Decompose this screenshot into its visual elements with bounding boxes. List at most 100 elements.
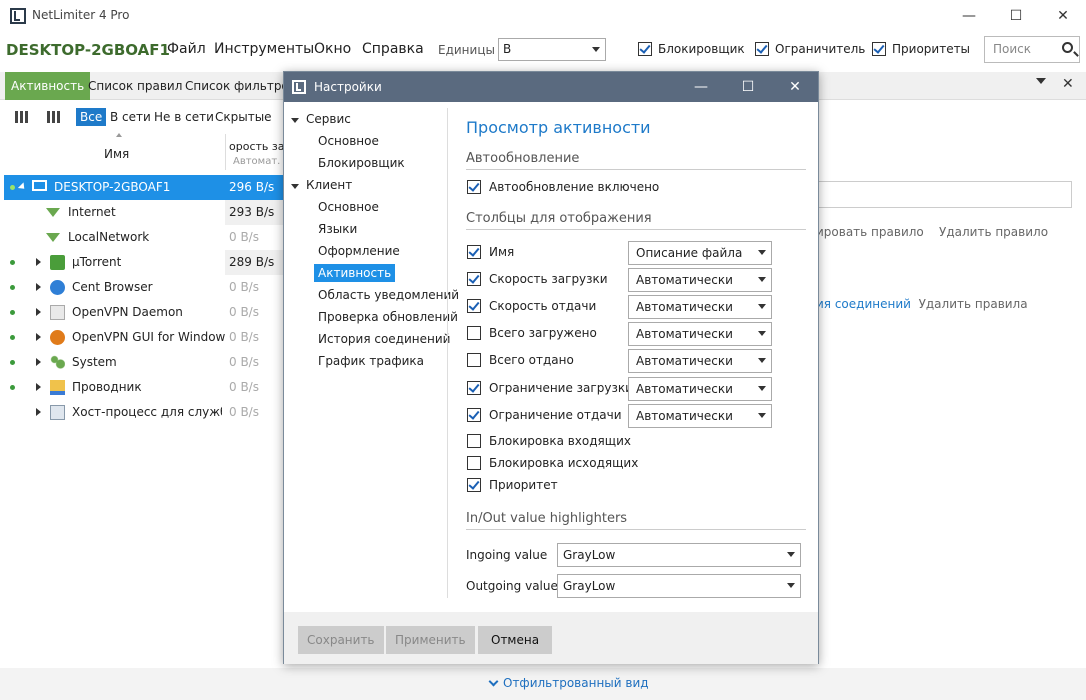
cancel-button[interactable]: Отмена: [478, 626, 553, 654]
table-row[interactable]: Проводник 0 B/s: [4, 375, 284, 400]
menu-help[interactable]: Справка: [362, 41, 424, 57]
filter-online[interactable]: В сети: [106, 108, 155, 126]
table-row[interactable]: System 0 B/s: [4, 350, 284, 375]
column-checkbox[interactable]: [467, 326, 481, 340]
search-input[interactable]: Поиск: [984, 36, 1080, 63]
close-icon[interactable]: ✕: [1040, 0, 1086, 32]
expand-icon[interactable]: [36, 383, 41, 391]
filtered-view-toggle[interactable]: Отфильтрованный вид: [488, 676, 649, 690]
expand-icon[interactable]: [36, 283, 41, 291]
pane-menu-icon[interactable]: [1036, 78, 1046, 84]
column-dropdown[interactable]: Описание файла: [628, 241, 772, 265]
close-icon[interactable]: ✕: [772, 72, 818, 102]
table-row[interactable]: Хост-процесс для служб W 0 B/s: [4, 400, 284, 425]
column-option-limit-up[interactable]: Ограничение отдачи: [467, 408, 622, 422]
autoupdate-option[interactable]: Автообновление включено: [467, 180, 659, 194]
tab-activity[interactable]: Активность: [5, 72, 91, 100]
column-option-upload[interactable]: Скорость отдачи: [467, 299, 596, 313]
apply-button[interactable]: Применить: [386, 626, 475, 654]
column-dropdown[interactable]: Автоматически: [628, 268, 772, 292]
minimize-icon[interactable]: —: [946, 0, 992, 32]
expand-icon[interactable]: [17, 182, 28, 192]
filter-all[interactable]: Все: [76, 108, 107, 126]
column-separator[interactable]: [225, 134, 226, 170]
column-dropdown[interactable]: Автоматически: [628, 377, 772, 401]
tree-service[interactable]: Сервис: [306, 112, 351, 126]
column-checkbox[interactable]: [467, 456, 481, 470]
list-view-icon[interactable]: [47, 111, 61, 123]
table-row[interactable]: Cent Browser 0 B/s: [4, 275, 284, 300]
expand-icon[interactable]: [36, 308, 41, 316]
column-checkbox[interactable]: [467, 353, 481, 367]
edit-rule-link[interactable]: ировать правило: [816, 225, 924, 239]
column-option-priority[interactable]: Приоритет: [467, 478, 558, 492]
maximize-icon[interactable]: ☐: [993, 0, 1039, 32]
dialog-title-bar[interactable]: Настройки — ☐ ✕: [284, 72, 818, 102]
rule-filter-input[interactable]: [818, 181, 1072, 208]
delete-rule-link[interactable]: Удалить правило: [939, 225, 1048, 239]
column-dropdown[interactable]: Автоматически: [628, 349, 772, 373]
delete-rules-link[interactable]: Удалить правила: [919, 297, 1028, 311]
blocker-toggle[interactable]: Блокировщик: [638, 42, 745, 56]
column-option-total-down[interactable]: Всего загружено: [467, 326, 597, 340]
column-option-block-in[interactable]: Блокировка входящих: [467, 434, 631, 448]
units-select[interactable]: B: [498, 38, 606, 61]
column-header-speed[interactable]: орость загр: [229, 140, 284, 153]
column-checkbox[interactable]: [467, 408, 481, 422]
column-option-download[interactable]: Скорость загрузки: [467, 272, 608, 286]
ingoing-select[interactable]: GrayLow: [557, 543, 801, 567]
maximize-icon[interactable]: ☐: [725, 72, 771, 102]
table-row[interactable]: OpenVPN Daemon 0 B/s: [4, 300, 284, 325]
column-dropdown[interactable]: Автоматически: [628, 404, 772, 428]
scrollbar[interactable]: [1072, 100, 1086, 668]
expand-icon[interactable]: [36, 358, 41, 366]
tree-client-history[interactable]: История соединений: [318, 332, 450, 346]
tree-client-languages[interactable]: Языки: [318, 222, 357, 236]
tab-rules[interactable]: Список правил: [82, 72, 188, 100]
column-checkbox[interactable]: [467, 478, 481, 492]
tree-client-notifications[interactable]: Область уведомлений: [318, 288, 459, 302]
blocker-checkbox[interactable]: [638, 42, 652, 56]
tree-client-updates[interactable]: Проверка обновлений: [318, 310, 458, 324]
expand-icon[interactable]: [36, 408, 41, 416]
column-dropdown[interactable]: Автоматически: [628, 295, 772, 319]
save-button[interactable]: Сохранить: [298, 626, 384, 654]
menu-window[interactable]: Окно: [314, 41, 351, 57]
column-checkbox[interactable]: [467, 381, 481, 395]
autoupdate-checkbox[interactable]: [467, 180, 481, 194]
column-checkbox[interactable]: [467, 299, 481, 313]
table-row[interactable]: Internet 293 B/s: [4, 200, 284, 225]
priorities-checkbox[interactable]: [872, 42, 886, 56]
column-option-limit-down[interactable]: Ограничение загрузки: [467, 381, 633, 395]
column-checkbox[interactable]: [467, 272, 481, 286]
expand-icon[interactable]: [36, 258, 41, 266]
minimize-icon[interactable]: —: [678, 72, 724, 102]
collapse-icon[interactable]: [291, 184, 299, 189]
column-option-block-out[interactable]: Блокировка исходящих: [467, 456, 638, 470]
pane-close-icon[interactable]: ✕: [1062, 76, 1074, 92]
filter-offline[interactable]: Не в сети: [150, 108, 218, 126]
tree-client[interactable]: Клиент: [306, 178, 352, 192]
limiter-checkbox[interactable]: [755, 42, 769, 56]
grid-view-icon[interactable]: [15, 111, 29, 123]
table-row[interactable]: DESKTOP-2GBOAF1 296 B/s: [4, 175, 284, 200]
column-option-name[interactable]: Имя: [467, 245, 514, 259]
table-row[interactable]: OpenVPN GUI for Windows 0 B/s: [4, 325, 284, 350]
column-option-total-up[interactable]: Всего отдано: [467, 353, 574, 367]
tree-client-activity[interactable]: Активность: [314, 264, 396, 282]
tree-client-appearance[interactable]: Оформление: [318, 244, 400, 258]
collapse-icon[interactable]: [291, 118, 299, 123]
table-row[interactable]: LocalNetwork 0 B/s: [4, 225, 284, 250]
filter-hidden[interactable]: Скрытые: [211, 108, 276, 126]
menu-file[interactable]: Файл: [167, 41, 206, 57]
column-header-name[interactable]: Имя: [104, 147, 129, 161]
outgoing-select[interactable]: GrayLow: [557, 574, 801, 598]
menu-tools[interactable]: Инструменты: [214, 41, 314, 57]
table-row[interactable]: µTorrent 289 B/s: [4, 250, 284, 275]
expand-icon[interactable]: [36, 333, 41, 341]
connection-history-link[interactable]: ия соединений: [816, 297, 911, 311]
tree-service-general[interactable]: Основное: [318, 134, 379, 148]
column-checkbox[interactable]: [467, 434, 481, 448]
search-icon[interactable]: [1062, 42, 1073, 53]
tree-service-blocker[interactable]: Блокировщик: [318, 156, 405, 170]
